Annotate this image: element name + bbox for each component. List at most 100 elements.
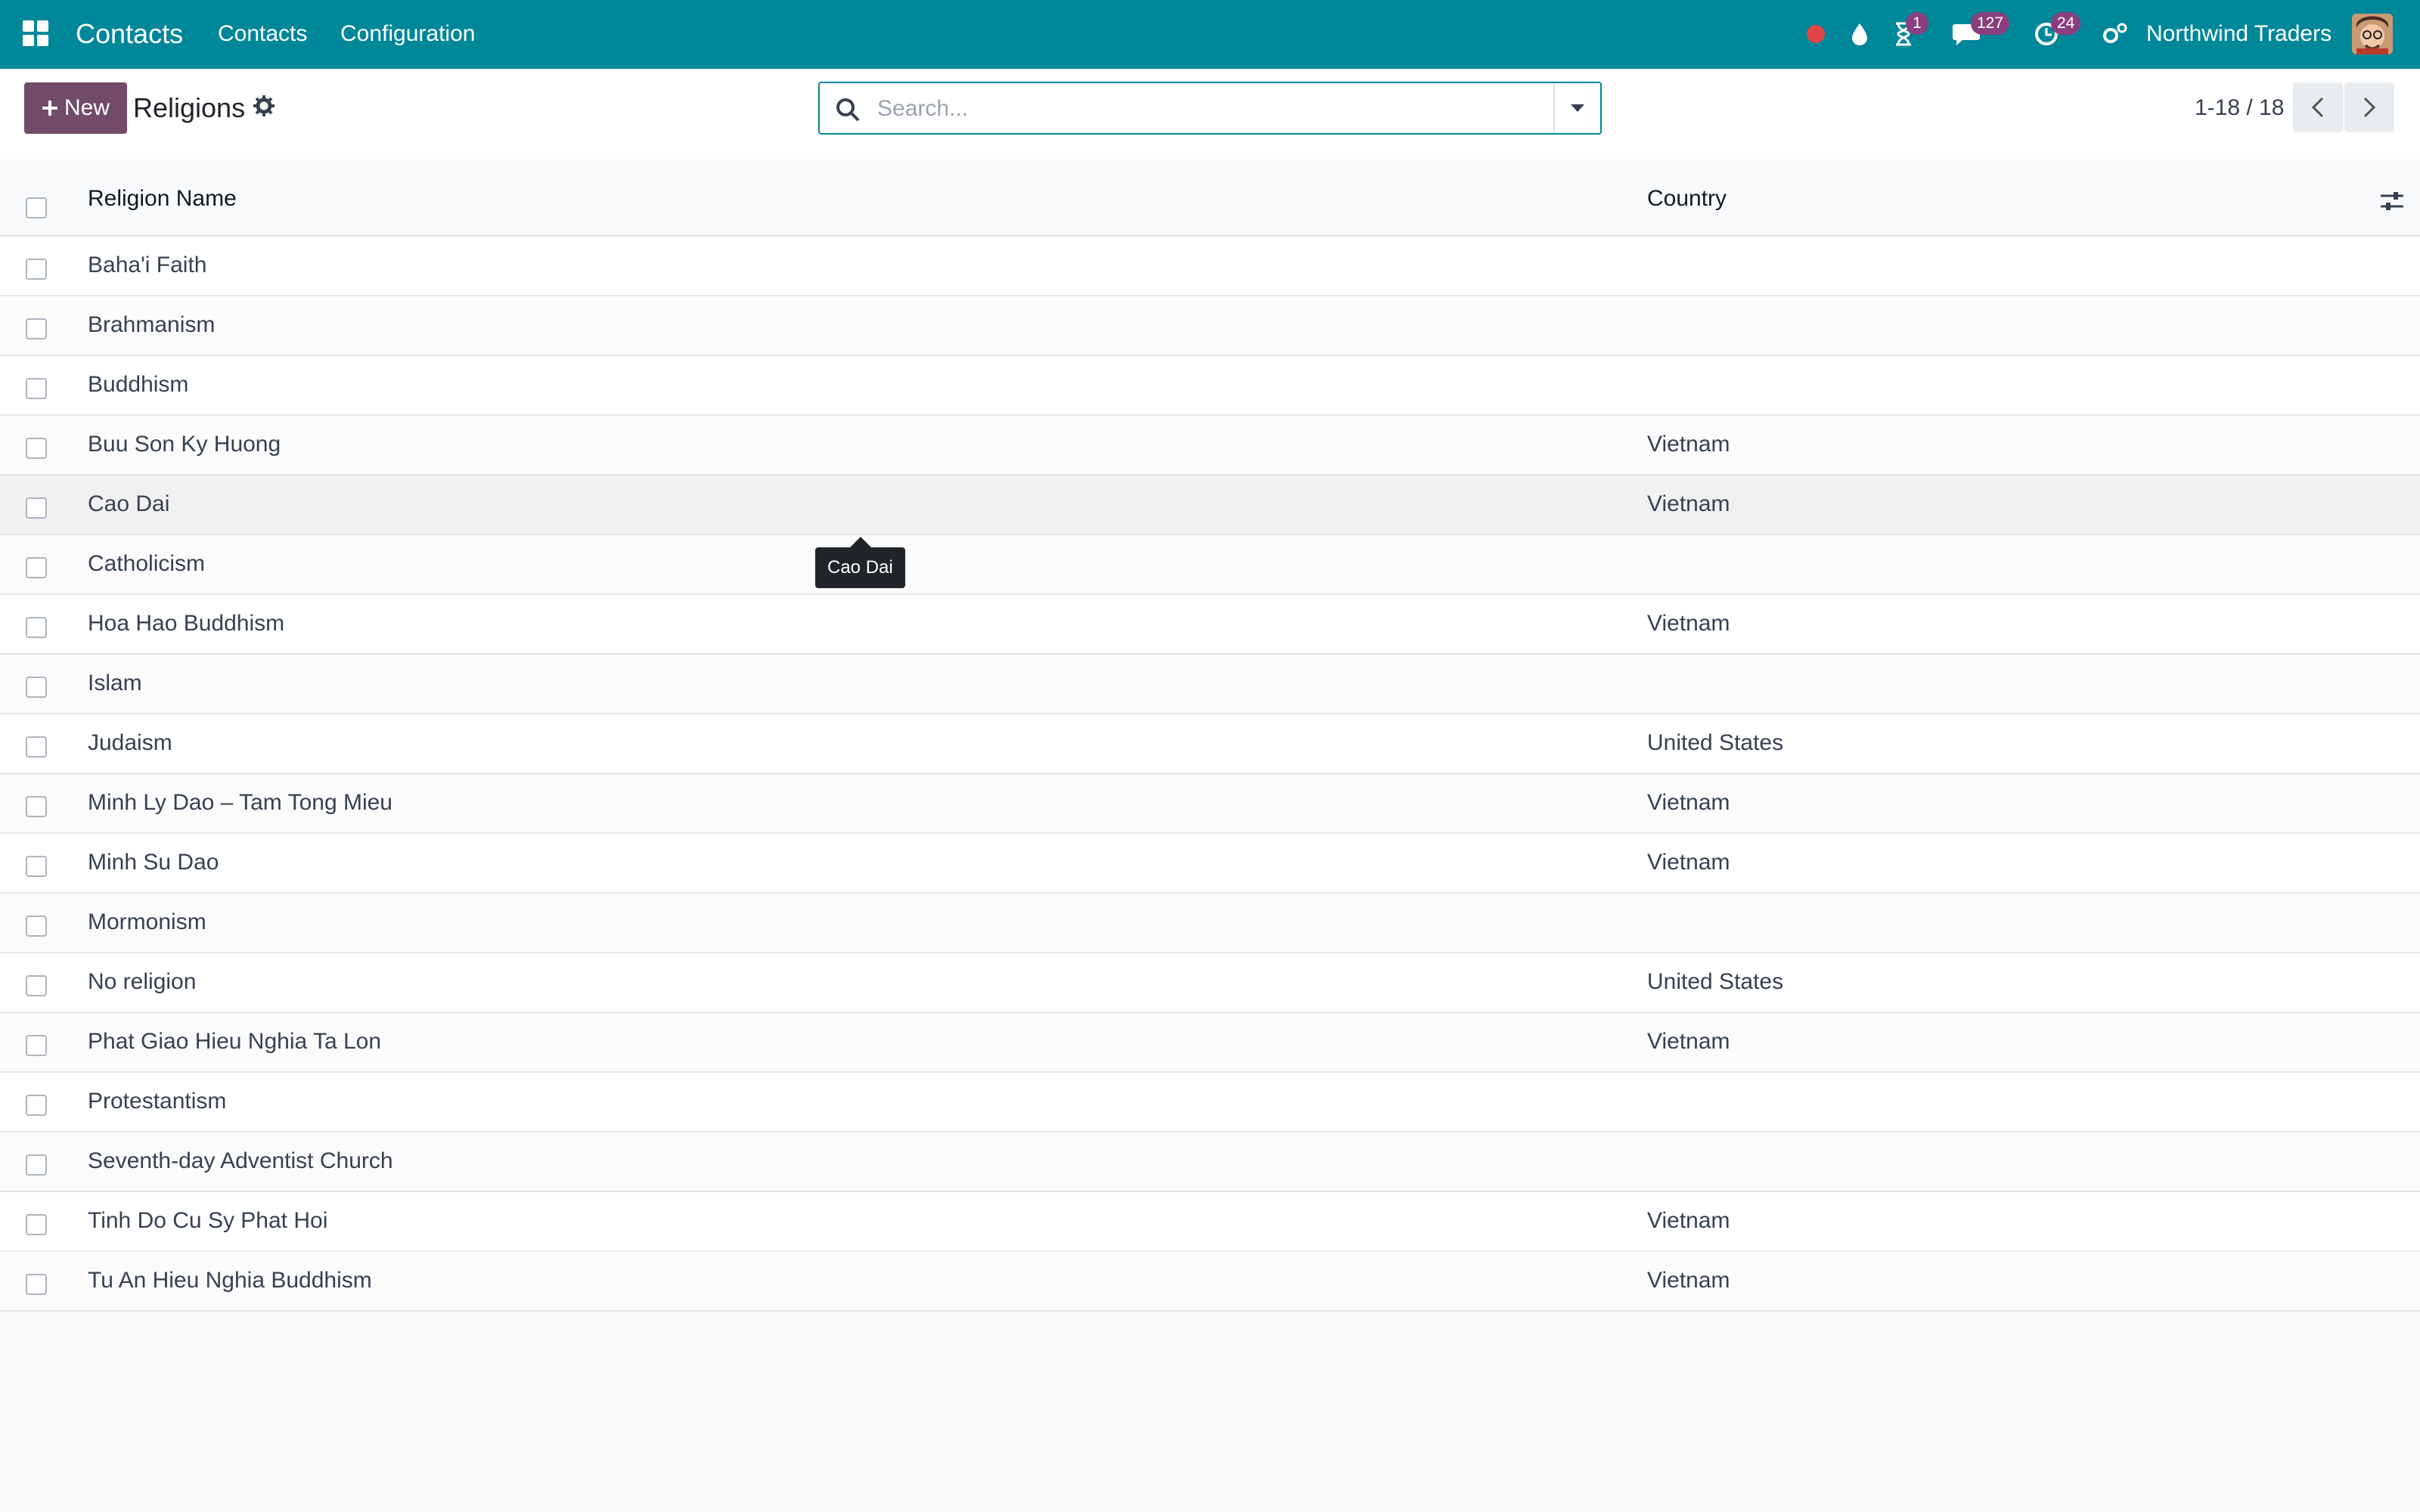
drop-icon[interactable] <box>1847 17 1872 51</box>
page-title: Religions <box>133 92 246 123</box>
row-checkbox[interactable] <box>26 796 47 817</box>
row-checkbox[interactable] <box>26 1154 47 1176</box>
religion-name-cell: Buu Son Ky Huong <box>88 432 281 457</box>
row-checkbox[interactable] <box>26 1035 47 1056</box>
country-cell: Vietnam <box>1647 1268 1730 1293</box>
table-row[interactable]: Protestantism <box>0 1073 2420 1132</box>
table-row[interactable]: Tinh Do Cu Sy Phat Hoi Vietnam <box>0 1192 2420 1252</box>
religion-name-cell: Hoa Hao Buddhism <box>88 611 285 636</box>
country-cell: Vietnam <box>1647 611 1730 636</box>
country-cell: Vietnam <box>1647 1029 1730 1054</box>
chevron-left-icon <box>2311 97 2324 118</box>
row-checkbox[interactable] <box>26 856 47 877</box>
table-row[interactable]: Cao Dai Vietnam <box>0 476 2420 535</box>
search-input[interactable] <box>876 91 1529 127</box>
app-title[interactable]: Contacts <box>76 17 183 51</box>
row-checkbox[interactable] <box>26 1274 47 1295</box>
row-checkbox[interactable] <box>26 557 47 578</box>
search-options-toggle[interactable] <box>1553 83 1600 133</box>
user-avatar[interactable] <box>2352 14 2393 54</box>
table-row[interactable]: Brahmanism <box>0 296 2420 356</box>
row-checkbox[interactable] <box>26 1095 47 1116</box>
country-cell: Vietnam <box>1647 850 1730 875</box>
company-name[interactable]: Northwind Traders <box>2146 18 2332 50</box>
table-row[interactable]: Baha'i Faith <box>0 237 2420 296</box>
table-row[interactable]: Phat Giao Hieu Nghia Ta Lon Vietnam <box>0 1013 2420 1073</box>
religion-name-cell: Protestantism <box>88 1089 227 1114</box>
new-button-label: New <box>64 95 110 120</box>
row-checkbox[interactable] <box>26 497 47 519</box>
religion-name-cell: Minh Su Dao <box>88 850 219 875</box>
row-tooltip: Cao Dai <box>815 537 905 588</box>
table-row[interactable]: No religion United States <box>0 953 2420 1013</box>
row-checkbox[interactable] <box>26 318 47 339</box>
column-header-religion-name[interactable]: Religion Name <box>88 184 237 214</box>
table-row[interactable]: Hoa Hao Buddhism Vietnam <box>0 595 2420 655</box>
country-cell: United States <box>1647 730 1784 755</box>
religion-name-cell: Mormonism <box>88 909 206 934</box>
row-checkbox[interactable] <box>26 259 47 280</box>
activity-badge: 1 <box>1906 12 1928 35</box>
religion-name-cell: Brahmanism <box>88 312 216 337</box>
country-cell: Vietnam <box>1647 1208 1730 1233</box>
religion-name-cell: Tu An Hieu Nghia Buddhism <box>88 1268 372 1293</box>
table-row[interactable]: Seventh-day Adventist Church <box>0 1132 2420 1192</box>
pager-previous-button[interactable] <box>2293 82 2343 132</box>
app-grid-icon[interactable] <box>23 20 48 46</box>
plus-icon <box>42 101 57 116</box>
religion-name-cell: Baha'i Faith <box>88 253 207 277</box>
country-cell: Vietnam <box>1647 790 1730 815</box>
row-checkbox[interactable] <box>26 677 47 698</box>
religion-name-cell: Seventh-day Adventist Church <box>88 1148 393 1173</box>
row-checkbox[interactable] <box>26 378 47 399</box>
table-row[interactable]: Catholicism <box>0 535 2420 595</box>
recording-dot-icon[interactable] <box>1803 17 1829 51</box>
table-row[interactable]: Judaism United States <box>0 714 2420 774</box>
column-header-country[interactable]: Country <box>1647 184 1727 214</box>
row-checkbox[interactable] <box>26 736 47 758</box>
table-row[interactable]: Minh Su Dao Vietnam <box>0 834 2420 894</box>
gear-icon[interactable] <box>253 94 275 117</box>
religion-name-cell: Minh Ly Dao – Tam Tong Mieu <box>88 790 392 815</box>
religion-name-cell: No religion <box>88 969 197 994</box>
pager-value[interactable]: 1-18 / 18 <box>2195 93 2284 123</box>
table-row[interactable]: Mormonism <box>0 894 2420 953</box>
table-row[interactable]: Minh Ly Dao – Tam Tong Mieu Vietnam <box>0 774 2420 834</box>
caret-down-icon <box>1571 104 1584 112</box>
religion-name-cell: Tinh Do Cu Sy Phat Hoi <box>88 1208 328 1233</box>
select-all-checkbox[interactable] <box>26 197 47 218</box>
chevron-right-icon <box>2363 97 2376 118</box>
religions-list: Religion Name Country Baha'i Faith Brahm… <box>0 160 2420 1312</box>
control-panel: New Religions 1-18 / 18 <box>0 69 2420 161</box>
table-row[interactable]: Buu Son Ky Huong Vietnam <box>0 416 2420 476</box>
messages-badge: 127 <box>1971 12 2010 35</box>
religion-name-cell: Phat Giao Hieu Nghia Ta Lon <box>88 1029 382 1054</box>
religion-name-cell: Catholicism <box>88 551 206 576</box>
search-box <box>818 82 1602 135</box>
row-checkbox[interactable] <box>26 1214 47 1235</box>
row-checkbox[interactable] <box>26 617 47 638</box>
religion-name-cell: Buddhism <box>88 372 189 397</box>
row-checkbox[interactable] <box>26 975 47 996</box>
settings-gears-icon[interactable] <box>2101 17 2130 51</box>
search-icon <box>836 98 860 122</box>
country-cell: Vietnam <box>1647 491 1730 516</box>
religion-name-cell: Cao Dai <box>88 491 170 516</box>
table-row[interactable]: Buddhism <box>0 356 2420 416</box>
list-header: Religion Name Country <box>0 160 2420 237</box>
menu-configuration[interactable]: Configuration <box>340 18 475 50</box>
country-cell: Vietnam <box>1647 432 1730 457</box>
religion-name-cell: Islam <box>88 671 142 696</box>
menu-contacts[interactable]: Contacts <box>218 18 307 50</box>
pager-next-button[interactable] <box>2344 82 2394 132</box>
optional-columns-icon[interactable] <box>2379 188 2405 214</box>
activity-count-badge: 24 <box>2051 12 2081 35</box>
table-row[interactable]: Tu An Hieu Nghia Buddhism Vietnam <box>0 1252 2420 1312</box>
top-navbar: Contacts Contacts Configuration 1 127 24… <box>0 0 2420 69</box>
religion-name-cell: Judaism <box>88 730 172 755</box>
table-row[interactable]: Islam <box>0 655 2420 714</box>
row-checkbox[interactable] <box>26 438 47 459</box>
country-cell: United States <box>1647 969 1784 994</box>
row-checkbox[interactable] <box>26 916 47 937</box>
new-button[interactable]: New <box>24 82 127 134</box>
